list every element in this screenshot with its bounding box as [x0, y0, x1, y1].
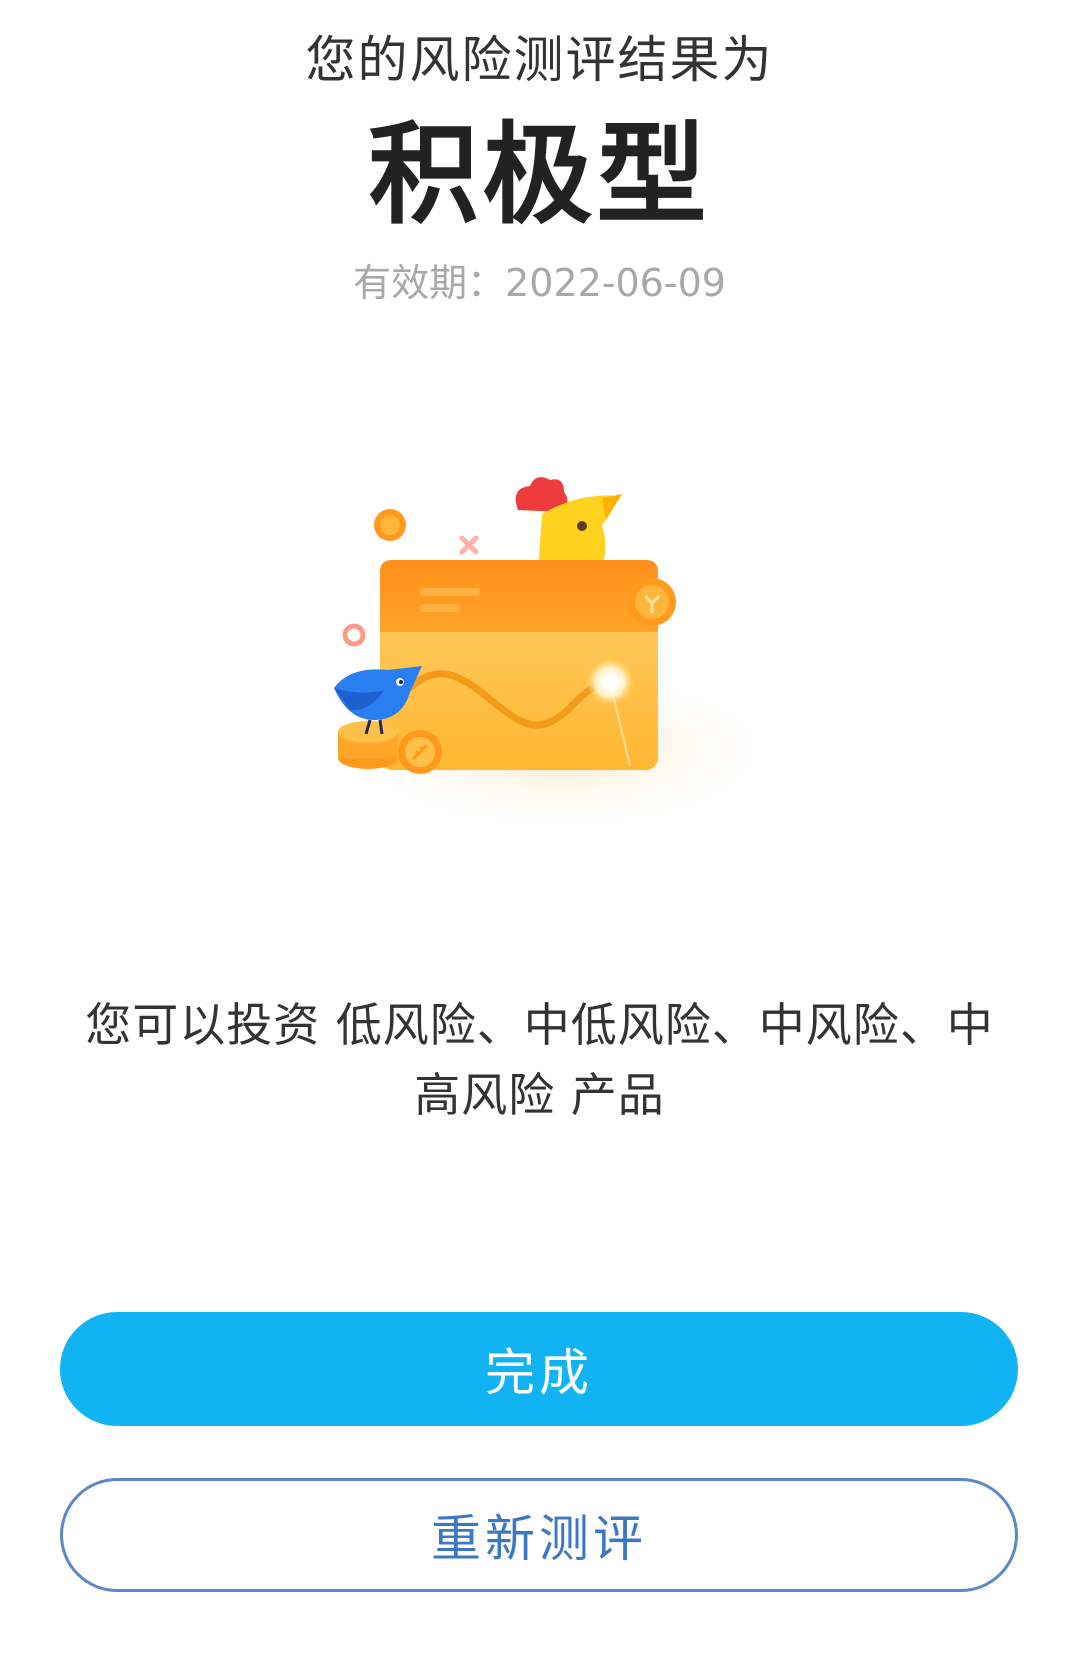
retest-button[interactable]: 重新测评 — [60, 1478, 1018, 1592]
chicken-icon — [515, 477, 622, 570]
small-coin-icon — [374, 509, 406, 541]
investable-products-text: 您可以投资 低风险、中低风险、中风险、中高风险 产品 — [85, 998, 994, 1122]
retest-button-label: 重新测评 — [431, 1510, 647, 1568]
risk-result-page: 您的风险测评结果为 积极型 有效期：2022-06-09 您可以投资 低风险、中… — [0, 0, 1079, 1661]
coin-icon — [628, 578, 676, 626]
validity-date: 有效期：2022-06-09 — [353, 261, 726, 305]
risk-type-title: 积极型 — [368, 111, 711, 239]
done-button[interactable]: 完成 — [60, 1312, 1018, 1426]
done-button-label: 完成 — [485, 1344, 593, 1402]
sparkle-icon — [459, 535, 479, 555]
wallet-chicken-bird-illustration — [334, 477, 760, 825]
ring-icon — [342, 623, 366, 647]
result-heading: 您的风险测评结果为 — [305, 31, 774, 89]
